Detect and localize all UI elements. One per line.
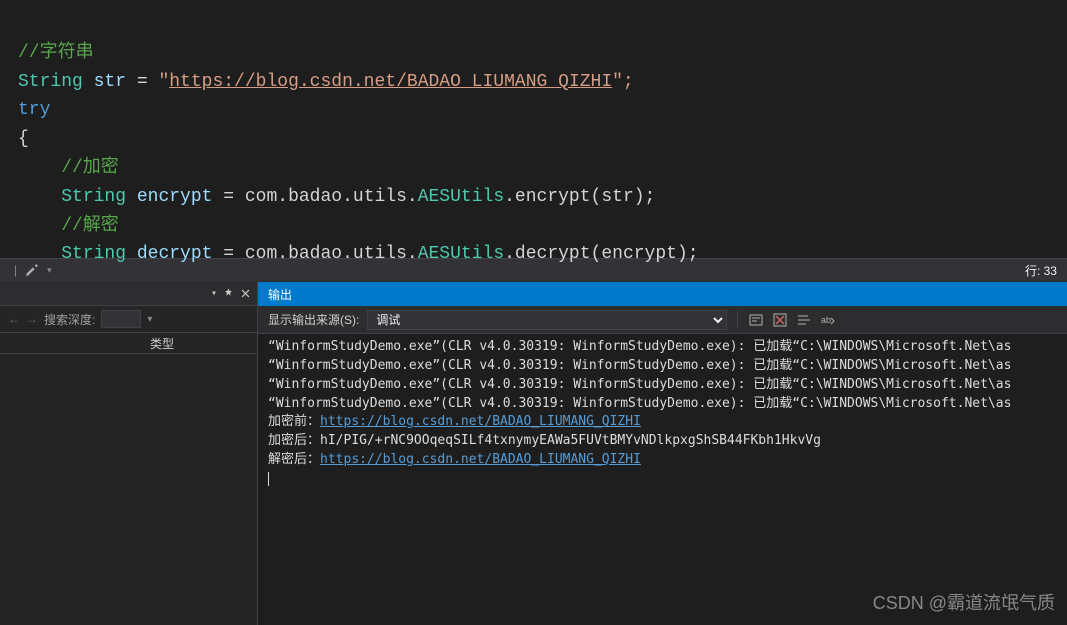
output-title: 输出 [268, 286, 292, 303]
comment: //字符串 [18, 43, 94, 63]
variable: str [94, 72, 126, 92]
side-panel: ▾ ← → 搜索深度: ▾ 类型 [0, 282, 258, 625]
output-after-label: 解密后： [268, 452, 320, 467]
string-quote: " [158, 72, 169, 92]
svg-text:ab: ab [821, 315, 831, 325]
class-name: AESUtils [418, 187, 504, 207]
nav-forward-icon[interactable]: → [26, 312, 38, 326]
text-caret [268, 472, 269, 486]
output-before-label: 加密前： [268, 414, 320, 429]
operator: = [126, 72, 158, 92]
type-keyword: String [18, 72, 83, 92]
variable: encrypt [137, 187, 213, 207]
side-columns-header: 类型 [0, 332, 257, 354]
toggle-wrap-icon[interactable] [796, 312, 812, 328]
class-name: AESUtils [418, 244, 504, 264]
code-editor[interactable]: //字符串 String str = "https://blog.csdn.ne… [0, 0, 1067, 258]
expr: com.badao.utils. [245, 244, 418, 264]
close-icon[interactable] [240, 288, 251, 299]
side-panel-body[interactable] [0, 354, 257, 625]
output-line: “WinformStudyDemo.exe”(CLR v4.0.30319: W… [268, 358, 1011, 373]
ab-icon[interactable]: ab [820, 312, 836, 328]
find-message-icon[interactable] [748, 312, 764, 328]
search-depth-label: 搜索深度: [44, 311, 95, 328]
toolbar-separator [737, 311, 738, 329]
cursor-position: 行: 33 [1025, 262, 1057, 279]
divider-icon: | [14, 263, 17, 277]
variable: decrypt [137, 244, 213, 264]
brace: { [18, 129, 29, 149]
string-end: "; [612, 72, 634, 92]
output-url-link[interactable]: https://blog.csdn.net/BADAO_LIUMANG_QIZH… [320, 414, 641, 429]
output-line: “WinformStudyDemo.exe”(CLR v4.0.30319: W… [268, 396, 1011, 411]
comment: //加密 [18, 158, 119, 178]
output-line: “WinformStudyDemo.exe”(CLR v4.0.30319: W… [268, 377, 1011, 392]
search-depth-input[interactable] [101, 310, 141, 328]
call: .decrypt(encrypt); [504, 244, 698, 264]
brush-icon[interactable] [25, 263, 39, 277]
dropdown-icon[interactable]: ▾ [211, 288, 217, 300]
dropdown-icon[interactable]: ▾ [147, 314, 152, 325]
output-source-label: 显示输出来源(S): [268, 311, 359, 328]
operator: = [212, 187, 244, 207]
output-body[interactable]: “WinformStudyDemo.exe”(CLR v4.0.30319: W… [258, 334, 1067, 625]
output-line: “WinformStudyDemo.exe”(CLR v4.0.30319: W… [268, 339, 1011, 354]
nav-back-icon[interactable]: ← [8, 312, 20, 326]
output-cipher-label: 加密后： [268, 433, 320, 448]
indent [18, 187, 61, 207]
output-cipher-value: hI/PIG/+rNC9OOqeqSILf4txnymyEAWa5FUVtBMY… [320, 433, 821, 448]
panel-header: ▾ [0, 282, 257, 306]
comment: //解密 [18, 216, 119, 236]
side-toolbar: ← → 搜索深度: ▾ [0, 306, 257, 332]
indent [18, 244, 61, 264]
output-url-link[interactable]: https://blog.csdn.net/BADAO_LIUMANG_QIZH… [320, 452, 641, 467]
clear-all-icon[interactable] [772, 312, 788, 328]
output-title-bar[interactable]: 输出 [258, 282, 1067, 306]
output-toolbar: 显示输出来源(S): 调试 ab [258, 306, 1067, 334]
call: .encrypt(str); [504, 187, 655, 207]
dropdown-icon[interactable]: ▾ [47, 265, 52, 276]
type-keyword: String [61, 187, 126, 207]
operator: = [212, 244, 244, 264]
output-source-select[interactable]: 调试 [367, 310, 727, 330]
string-url[interactable]: https://blog.csdn.net/BADAO_LIUMANG_QIZH… [169, 72, 612, 92]
keyword-try: try [18, 100, 50, 120]
type-keyword: String [61, 244, 126, 264]
column-type[interactable]: 类型 [150, 335, 174, 352]
pin-icon[interactable] [223, 288, 234, 299]
expr: com.badao.utils. [245, 187, 418, 207]
output-panel: 输出 显示输出来源(S): 调试 ab “WinformStudyDemo.ex… [258, 282, 1067, 625]
